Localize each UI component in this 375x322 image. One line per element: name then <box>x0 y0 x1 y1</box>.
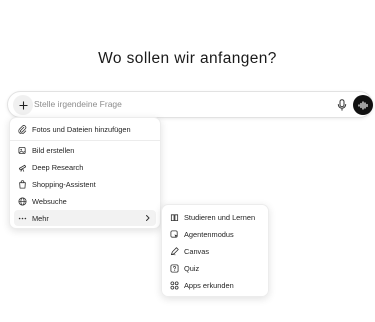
submenu-item-label: Agentenmodus <box>184 229 234 239</box>
shopping-bag-icon <box>18 179 27 189</box>
plus-icon <box>18 100 28 110</box>
submenu-item-canvas[interactable]: Canvas <box>166 243 264 259</box>
prompt-input[interactable]: Stelle irgendeine Frage <box>34 99 122 109</box>
composer-bar[interactable]: Stelle irgendeine Frage <box>7 91 373 118</box>
menu-item-shopping[interactable]: Shopping-Assistent <box>14 176 156 192</box>
menu-item-label: Websuche <box>32 196 67 206</box>
dictate-button[interactable] <box>335 98 349 112</box>
pen-icon <box>170 246 179 256</box>
submenu-item-quiz[interactable]: Quiz <box>166 260 264 276</box>
paperclip-icon <box>18 124 27 134</box>
menu-item-label: Bild erstellen <box>32 145 75 155</box>
globe-icon <box>18 196 27 206</box>
submenu-item-study[interactable]: Studieren und Lernen <box>166 209 264 225</box>
menu-item-label: Mehr <box>32 213 49 223</box>
menu-item-label: Deep Research <box>32 162 84 172</box>
agent-icon <box>170 229 179 239</box>
submenu-item-label: Canvas <box>184 246 210 256</box>
apps-icon <box>170 280 179 290</box>
book-icon <box>170 213 179 222</box>
quiz-icon <box>170 263 179 273</box>
menu-item-create-image[interactable]: Bild erstellen <box>14 142 156 158</box>
page-heading: Wo sollen wir anfangen? <box>98 50 277 67</box>
submenu-item-label: Studieren und Lernen <box>184 212 256 222</box>
submenu-item-agent[interactable]: Agentenmodus <box>166 226 264 242</box>
image-create-icon <box>18 146 27 155</box>
more-submenu: Studieren und Lernen Agentenmodus Canvas… <box>161 204 269 297</box>
more-dots-icon <box>18 214 27 223</box>
telescope-icon <box>18 163 27 172</box>
menu-item-label: Fotos und Dateien hinzufügen <box>32 124 131 134</box>
microphone-icon <box>337 99 347 111</box>
menu-item-upload[interactable]: Fotos und Dateien hinzufügen <box>14 121 156 137</box>
menu-item-deep-research[interactable]: Deep Research <box>14 159 156 175</box>
submenu-item-apps[interactable]: Apps erkunden <box>166 277 264 293</box>
waveform-icon <box>357 100 369 110</box>
page: Wo sollen wir anfangen? Stelle irgendein… <box>0 0 375 322</box>
menu-divider <box>10 140 160 141</box>
submenu-item-label: Apps erkunden <box>184 280 234 290</box>
chevron-right-icon <box>144 214 151 222</box>
voice-mode-button[interactable] <box>353 95 373 115</box>
menu-item-label: Shopping-Assistent <box>32 179 96 189</box>
menu-item-websearch[interactable]: Websuche <box>14 193 156 209</box>
submenu-item-label: Quiz <box>184 263 200 273</box>
tools-menu: Fotos und Dateien hinzufügen Bild erstel… <box>9 117 161 229</box>
add-attachment-button[interactable] <box>13 95 33 115</box>
menu-item-more[interactable]: Mehr <box>14 210 156 226</box>
